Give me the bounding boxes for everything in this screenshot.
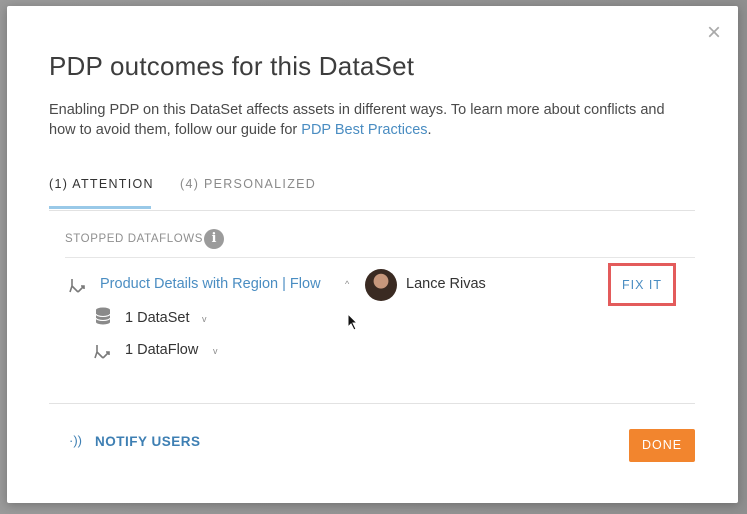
pdp-outcomes-dialog: × PDP outcomes for this DataSet Enabling…: [7, 6, 738, 503]
active-tab-indicator: [49, 206, 151, 209]
tab-attention[interactable]: (1) ATTENTION: [49, 177, 154, 191]
dialog-title: PDP outcomes for this DataSet: [49, 51, 415, 81]
mouse-cursor-icon: [347, 313, 359, 331]
fix-it-button[interactable]: FIX IT: [608, 263, 676, 306]
child-dataset-label: 1 DataSet: [125, 310, 190, 326]
broadcast-icon: ·)): [69, 433, 82, 448]
notify-users-label: NOTIFY USERS: [95, 434, 201, 449]
tab-personalized[interactable]: (4) PERSONALIZED: [180, 177, 316, 191]
dataflow-icon: [94, 345, 110, 359]
info-icon[interactable]: i: [204, 229, 224, 249]
section-label: STOPPED DATAFLOWS: [65, 233, 203, 245]
owner-name: Lance Rivas: [406, 276, 486, 292]
done-button[interactable]: DONE: [629, 429, 695, 462]
pdp-best-practices-link[interactable]: PDP Best Practices: [301, 122, 427, 138]
chevron-down-icon[interactable]: v: [202, 314, 207, 324]
child-dataflow-label: 1 DataFlow: [125, 342, 199, 358]
dataflow-name-link[interactable]: Product Details with Region | Flow: [100, 276, 321, 292]
outcome-tabs: (1) ATTENTION (4) PERSONALIZED: [49, 174, 695, 211]
close-icon[interactable]: ×: [703, 21, 725, 45]
description-end: .: [427, 122, 432, 138]
footer-divider: [49, 403, 695, 404]
database-icon: [95, 307, 111, 325]
chevron-down-icon[interactable]: v: [213, 346, 218, 356]
dialog-description: Enabling PDP on this DataSet affects ass…: [49, 100, 689, 140]
dataflow-icon: [69, 279, 85, 293]
section-divider: [65, 257, 695, 258]
fix-it-label: FIX IT: [621, 278, 663, 292]
avatar: [365, 269, 397, 301]
chevron-up-icon[interactable]: ^: [345, 279, 349, 289]
